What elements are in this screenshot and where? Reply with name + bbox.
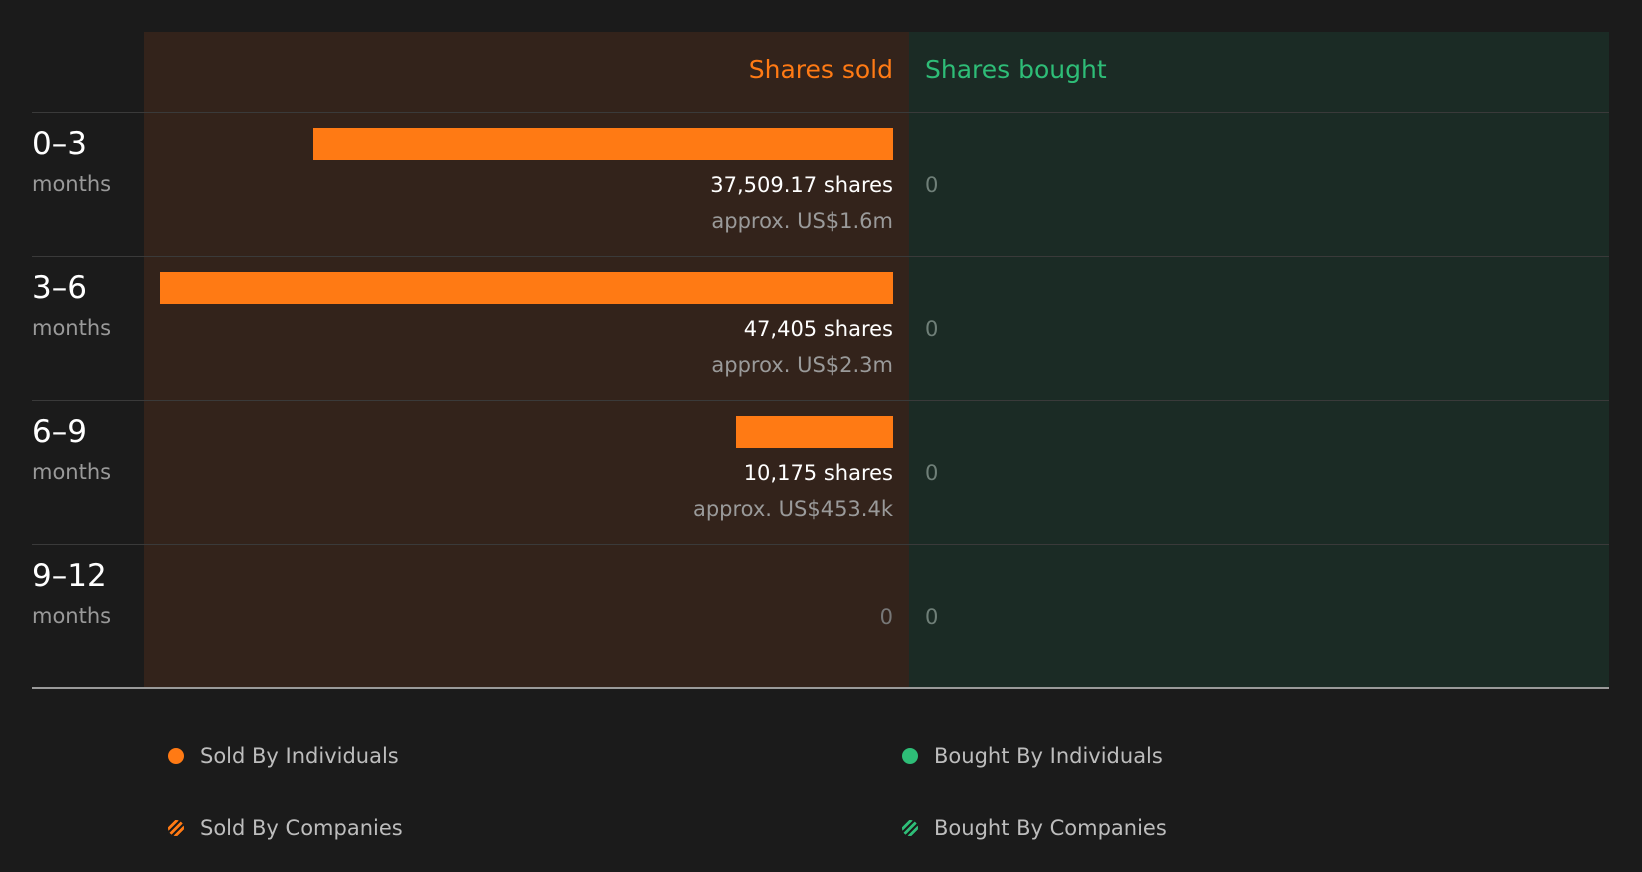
bought-shares-label: 0 xyxy=(925,461,939,485)
sold-shares-label: 37,509.17 shares xyxy=(710,173,893,197)
legend-label: Sold By Companies xyxy=(200,816,403,840)
period-row: 3–6 months 47,405 shares approx. US$2.3m 0 xyxy=(0,256,1642,400)
solid-dot-icon xyxy=(902,748,918,764)
sold-bar[interactable] xyxy=(160,272,893,304)
hatched-dot-icon xyxy=(168,820,184,836)
period-range-label: 9–12 xyxy=(32,558,107,594)
insider-trading-chart: Shares sold Shares bought 0–3 months 37,50… xyxy=(0,0,1642,872)
header-divider xyxy=(32,112,1609,113)
period-unit-label: months xyxy=(32,604,112,628)
bought-shares-label: 0 xyxy=(925,317,939,341)
period-row: 6–9 months 10,175 shares approx. US$453.4k 0 xyxy=(0,400,1642,544)
period-row: 0–3 months 37,509.17 shares approx. US$1.6m… xyxy=(0,112,1642,256)
sold-shares-label: 10,175 shares xyxy=(743,461,893,485)
sold-bar[interactable] xyxy=(313,128,893,160)
period-range-label: 6–9 xyxy=(32,414,87,450)
sold-value-label: approx. US$2.3m xyxy=(711,353,893,377)
legend-label: Sold By Individuals xyxy=(200,744,399,768)
legend-label: Bought By Individuals xyxy=(934,744,1163,768)
bought-shares-label: 0 xyxy=(925,605,939,629)
row-divider xyxy=(32,256,1609,257)
period-row: 9–12 months 0 0 xyxy=(0,544,1642,688)
sold-bar[interactable] xyxy=(736,416,893,448)
sold-shares-label: 0 xyxy=(879,605,893,629)
axis-line xyxy=(32,687,1609,689)
legend-label: Bought By Companies xyxy=(934,816,1167,840)
period-unit-label: months xyxy=(32,172,112,196)
row-divider xyxy=(32,400,1609,401)
period-unit-label: months xyxy=(32,316,112,340)
row-divider xyxy=(32,544,1609,545)
period-range-label: 3–6 xyxy=(32,270,87,306)
period-unit-label: months xyxy=(32,460,112,484)
solid-dot-icon xyxy=(168,748,184,764)
sold-value-label: approx. US$1.6m xyxy=(711,209,893,233)
sold-shares-label: 47,405 shares xyxy=(743,317,893,341)
shares-bought-header: Shares bought xyxy=(925,55,1107,84)
hatched-dot-icon xyxy=(902,820,918,836)
shares-sold-header: Shares sold xyxy=(748,55,893,84)
period-range-label: 0–3 xyxy=(32,126,87,162)
bought-shares-label: 0 xyxy=(925,173,939,197)
sold-value-label: approx. US$453.4k xyxy=(692,497,893,521)
